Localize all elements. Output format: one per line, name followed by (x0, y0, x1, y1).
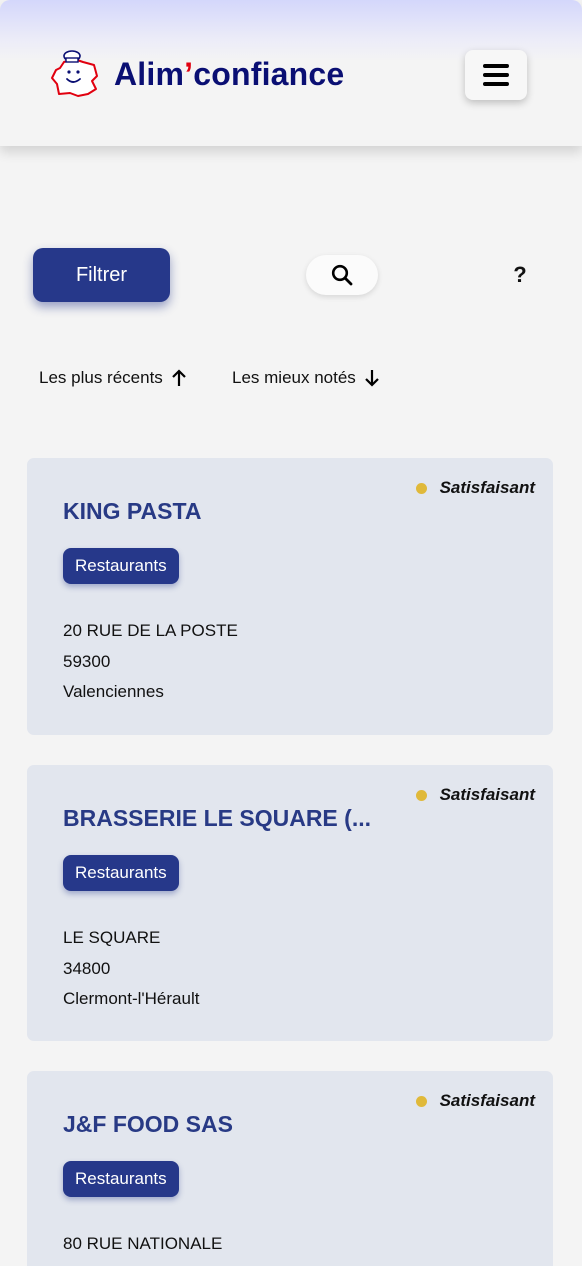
establishment-address: 20 RUE DE LA POSTE 59300 Valenciennes (63, 616, 238, 708)
menu-button[interactable] (465, 50, 527, 100)
brand-name: Alim’confiance (114, 56, 344, 93)
filter-button[interactable]: Filtrer (33, 248, 170, 302)
status-dot-icon (415, 1095, 427, 1107)
sort-best-rated[interactable]: Les mieux notés (232, 368, 380, 388)
establishment-name: J&F FOOD SAS (63, 1111, 233, 1137)
category-badge[interactable]: Restaurants (63, 1161, 179, 1197)
address-line: 20 RUE DE LA POSTE (63, 621, 238, 640)
search-button[interactable] (306, 255, 378, 295)
chef-france-logo-icon (51, 50, 98, 97)
status-label: Satisfaisant (439, 785, 535, 804)
sort-recent-label: Les plus récents (39, 368, 163, 387)
address-city: Clermont-l'Hérault (63, 989, 200, 1008)
establishment-name: KING PASTA (63, 498, 202, 524)
hamburger-menu-icon (483, 64, 509, 86)
arrow-up-icon (172, 369, 186, 386)
arrow-down-icon (365, 370, 379, 387)
address-line: 80 RUE NATIONALE (63, 1234, 223, 1253)
address-city: Valenciennes (63, 682, 164, 701)
sort-most-recent[interactable]: Les plus récents (39, 368, 187, 388)
address-postcode: 59000 (63, 1260, 222, 1266)
hygiene-status: Satisfaisant (415, 785, 535, 805)
address-line: LE SQUARE (63, 928, 161, 947)
brand-apostrophe: ’ (184, 55, 194, 92)
establishment-card[interactable]: Satisfaisant BRASSERIE LE SQUARE (... Re… (27, 765, 553, 1041)
status-dot-icon (415, 482, 427, 494)
establishment-address: LE SQUARE 34800 Clermont-l'Hérault (63, 923, 199, 1015)
hygiene-status: Satisfaisant (415, 1091, 535, 1111)
brand-main-text: Alim (114, 55, 185, 92)
status-dot-icon (415, 789, 427, 801)
status-label: Satisfaisant (439, 478, 535, 497)
establishment-card[interactable]: Satisfaisant J&F FOOD SAS Restaurants 80… (27, 1071, 553, 1266)
category-badge[interactable]: Restaurants (63, 548, 179, 584)
status-label: Satisfaisant (439, 1091, 535, 1110)
address-postcode: 59300 (63, 651, 111, 671)
sort-rated-label: Les mieux notés (232, 368, 356, 387)
search-icon (331, 264, 353, 286)
help-button[interactable]: ? (505, 260, 535, 290)
category-badge[interactable]: Restaurants (63, 855, 179, 891)
hygiene-status: Satisfaisant (415, 478, 535, 498)
establishment-address: 80 RUE NATIONALE 59000 (63, 1229, 222, 1266)
brand-logo[interactable]: Alim’confiance (50, 48, 344, 100)
establishment-name: BRASSERIE LE SQUARE (... (63, 805, 371, 831)
establishment-card[interactable]: Satisfaisant KING PASTA Restaurants 20 R… (27, 458, 553, 735)
brand-rest-text: confiance (193, 55, 345, 92)
address-postcode: 34800 (63, 958, 111, 978)
app-header: Alim’confiance (0, 0, 582, 146)
